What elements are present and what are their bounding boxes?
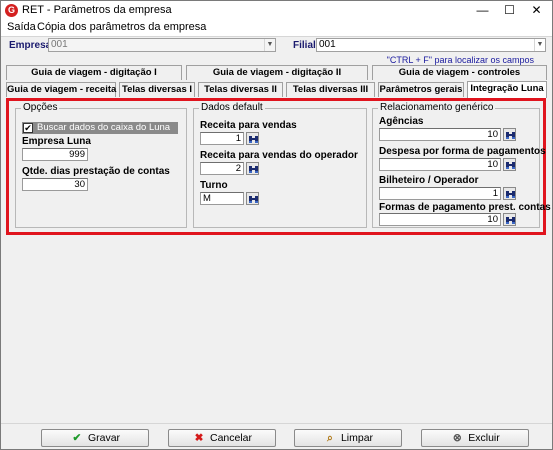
minimize-button[interactable]: — — [469, 1, 496, 20]
buscar-caixa-label: Buscar dados do caixa do Luna — [37, 122, 171, 133]
chevron-down-icon[interactable]: ▼ — [534, 39, 545, 51]
empresa-value: 001 — [51, 39, 68, 50]
agencias-search-button[interactable] — [503, 128, 516, 141]
limpar-button[interactable]: ⌕ Limpar — [294, 429, 402, 447]
empresa-luna-field[interactable]: 999 — [22, 148, 88, 161]
filial-combo[interactable]: 001 ▼ — [316, 38, 546, 52]
despesa-label: Despesa por forma de pagamentos — [379, 146, 546, 157]
empresa-combo[interactable]: 001 ▼ — [48, 38, 276, 52]
receita-operador-field[interactable]: 2 — [200, 162, 244, 175]
tab-guia-controles[interactable]: Guia de viagem - controles — [372, 65, 547, 80]
despesa-search-button[interactable] — [503, 158, 516, 171]
relacionamento-group: Relacionamento genérico Agências 10 Desp… — [372, 102, 551, 228]
binoculars-icon — [506, 132, 515, 139]
check-icon[interactable]: ✔ — [23, 123, 33, 133]
formas-pagamento-label: Formas de pagamento prest. contas — [379, 202, 551, 213]
despesa-field[interactable]: 10 — [379, 158, 501, 171]
filial-value: 001 — [319, 39, 336, 50]
turno-label: Turno — [200, 180, 228, 191]
tab-guia-receita[interactable]: Guia de viagem - receita — [6, 82, 116, 97]
relacionamento-title: Relacionamento genérico — [378, 102, 496, 113]
qtde-dias-field[interactable]: 30 — [22, 178, 88, 191]
receita-vendas-label: Receita para vendas — [200, 120, 297, 131]
action-bar: ✔ Gravar ✖ Cancelar ⌕ Limpar ⊗ Excluir — [1, 423, 552, 449]
tab-guia-digitacao-2[interactable]: Guia de viagem - digitação II — [186, 65, 368, 80]
opcoes-title: Opções — [21, 102, 60, 113]
tab-telas-diversas-1[interactable]: Telas diversas I — [119, 82, 195, 97]
limpar-label: Limpar — [340, 432, 374, 444]
broom-icon: ⌕ — [326, 432, 333, 444]
qtde-dias-label: Qtde. dias prestação de contas — [22, 166, 170, 177]
gravar-button[interactable]: ✔ Gravar — [41, 429, 149, 447]
tab-integracao-luna[interactable]: Integração Luna — [467, 81, 547, 98]
filial-label: Filial — [293, 40, 316, 51]
bilheteiro-label: Bilheteiro / Operador — [379, 175, 479, 186]
title-bar: G RET - Parâmetros da empresa — ☐ ✕ — [1, 1, 552, 20]
tab-parametros-gerais[interactable]: Parâmetros gerais — [378, 82, 464, 97]
formas-pagamento-field[interactable]: 10 — [379, 213, 501, 226]
trash-icon: ⊗ — [452, 432, 462, 444]
cancelar-label: Cancelar — [209, 432, 253, 444]
menu-bar: Saída Cópia dos parâmetros da empresa — [1, 20, 552, 36]
bilheteiro-field[interactable]: 1 — [379, 187, 501, 200]
bilheteiro-search-button[interactable] — [503, 187, 516, 200]
binoculars-icon — [506, 191, 515, 198]
agencias-field[interactable]: 10 — [379, 128, 501, 141]
integracao-luna-panel: Opções ✔ Buscar dados do caixa do Luna E… — [6, 98, 551, 235]
receita-vendas-field[interactable]: 1 — [200, 132, 244, 145]
buscar-caixa-checkbox[interactable]: ✔ Buscar dados do caixa do Luna — [22, 122, 178, 134]
turno-field[interactable]: M — [200, 192, 244, 205]
agencias-label: Agências — [379, 116, 424, 127]
opcoes-group: Opções ✔ Buscar dados do caixa do Luna E… — [15, 102, 187, 228]
chevron-down-icon[interactable]: ▼ — [264, 39, 275, 51]
excluir-button[interactable]: ⊗ Excluir — [421, 429, 529, 447]
checkmark-icon: ✔ — [72, 432, 82, 444]
filter-band: Empresa 001 ▼ Filial 001 ▼ — [1, 36, 552, 53]
empresa-label: Empresa — [9, 40, 52, 51]
formas-pagamento-search-button[interactable] — [503, 213, 516, 226]
main-window: G RET - Parâmetros da empresa — ☐ ✕ Saíd… — [0, 0, 553, 450]
binoculars-icon — [506, 217, 515, 224]
app-logo-icon: G — [5, 4, 18, 17]
tab-telas-diversas-3[interactable]: Telas diversas III — [286, 82, 375, 97]
receita-operador-label: Receita para vendas do operador — [200, 150, 358, 161]
tab-telas-diversas-2[interactable]: Telas diversas II — [198, 82, 283, 97]
binoculars-icon — [506, 162, 515, 169]
binoculars-icon — [249, 136, 258, 143]
empresa-luna-label: Empresa Luna — [22, 136, 91, 147]
x-icon: ✖ — [194, 432, 204, 444]
cancelar-button[interactable]: ✖ Cancelar — [168, 429, 276, 447]
search-hint: "CTRL + F" para localizar os campos — [386, 55, 534, 65]
menu-item-saida[interactable]: Saída — [7, 21, 36, 33]
close-button[interactable]: ✕ — [523, 1, 550, 20]
excluir-label: Excluir — [468, 432, 500, 444]
dados-default-title: Dados default — [199, 102, 265, 113]
gravar-label: Gravar — [87, 432, 121, 444]
turno-search-button[interactable] — [246, 192, 259, 205]
window-title: RET - Parâmetros da empresa — [22, 4, 172, 16]
maximize-button[interactable]: ☐ — [496, 1, 523, 20]
receita-operador-search-button[interactable] — [246, 162, 259, 175]
tab-guia-digitacao-1[interactable]: Guia de viagem - digitação I — [6, 65, 182, 80]
dados-default-group: Dados default Receita para vendas 1 Rece… — [193, 102, 367, 228]
binoculars-icon — [249, 196, 258, 203]
binoculars-icon — [249, 166, 258, 173]
receita-vendas-search-button[interactable] — [246, 132, 259, 145]
menu-item-copia[interactable]: Cópia dos parâmetros da empresa — [37, 21, 206, 33]
